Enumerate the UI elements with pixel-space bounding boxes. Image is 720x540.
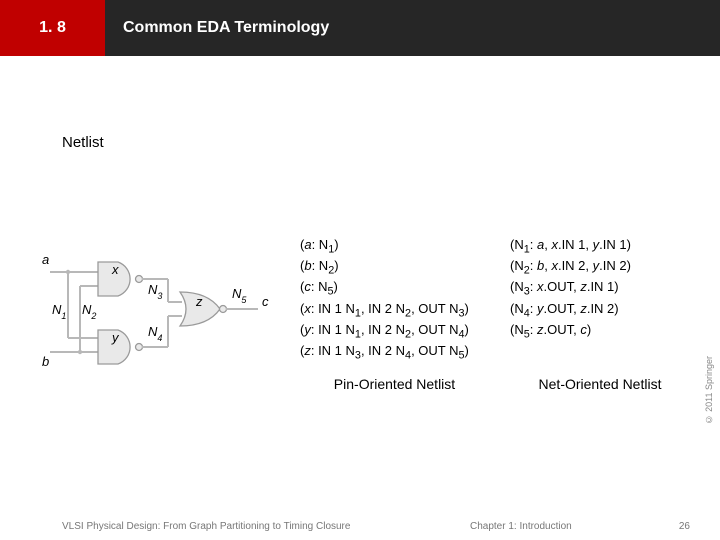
label-N3: N3 (148, 282, 162, 301)
net-row: (N2: b, x.IN 2, y.IN 2) (510, 257, 710, 278)
label-z: z (195, 294, 203, 309)
label-N1: N1 (52, 302, 66, 321)
pin-row: (b: N2) (300, 257, 490, 278)
footer-chapter: Chapter 1: Introduction (470, 521, 572, 532)
page-number: 26 (679, 521, 690, 532)
pin-row: (z: IN 1 N3, IN 2 N4, OUT N5) (300, 342, 490, 363)
pin-row: (x: IN 1 N1, IN 2 N2, OUT N3) (300, 300, 490, 321)
net-row: (N3: x.OUT, z.IN 1) (510, 278, 710, 299)
net-row: (N1: a, x.IN 1, y.IN 1) (510, 236, 710, 257)
label-N5: N5 (232, 286, 247, 305)
netlist-heading: Netlist (62, 134, 104, 151)
label-N4: N4 (148, 324, 162, 343)
net-row: (N4: y.OUT, z.IN 2) (510, 300, 710, 321)
slide-body: Netlist a b x y z (0, 56, 720, 540)
net-row: (N5: z.OUT, c) (510, 321, 710, 342)
net-oriented-netlist: (N1: a, x.IN 1, y.IN 1)(N2: b, x.IN 2, y… (510, 236, 710, 342)
label-c: c (262, 294, 269, 309)
net-caption: Net-Oriented Netlist (510, 376, 690, 392)
slide-title: Common EDA Terminology (105, 0, 720, 56)
section-number: 1. 8 (0, 0, 105, 56)
label-x: x (111, 262, 119, 277)
slide-header: 1. 8 Common EDA Terminology (0, 0, 720, 56)
logic-diagram: a b x y z c N1 N2 N3 N4 N5 (40, 244, 270, 374)
footer-left-text: VLSI Physical Design: From Graph Partiti… (62, 521, 350, 532)
pin-row: (y: IN 1 N1, IN 2 N2, OUT N4) (300, 321, 490, 342)
label-b: b (42, 354, 49, 369)
pin-caption: Pin-Oriented Netlist (312, 376, 477, 392)
slide-footer: VLSI Physical Design: From Graph Partiti… (0, 512, 720, 532)
label-N2: N2 (82, 302, 96, 321)
pin-row: (a: N1) (300, 236, 490, 257)
pin-row: (c: N5) (300, 278, 490, 299)
label-a: a (42, 252, 49, 267)
copyright-vertical: © 2011 Springer (704, 356, 714, 424)
pin-oriented-netlist: (a: N1)(b: N2)(c: N5)(x: IN 1 N1, IN 2 N… (300, 236, 490, 363)
